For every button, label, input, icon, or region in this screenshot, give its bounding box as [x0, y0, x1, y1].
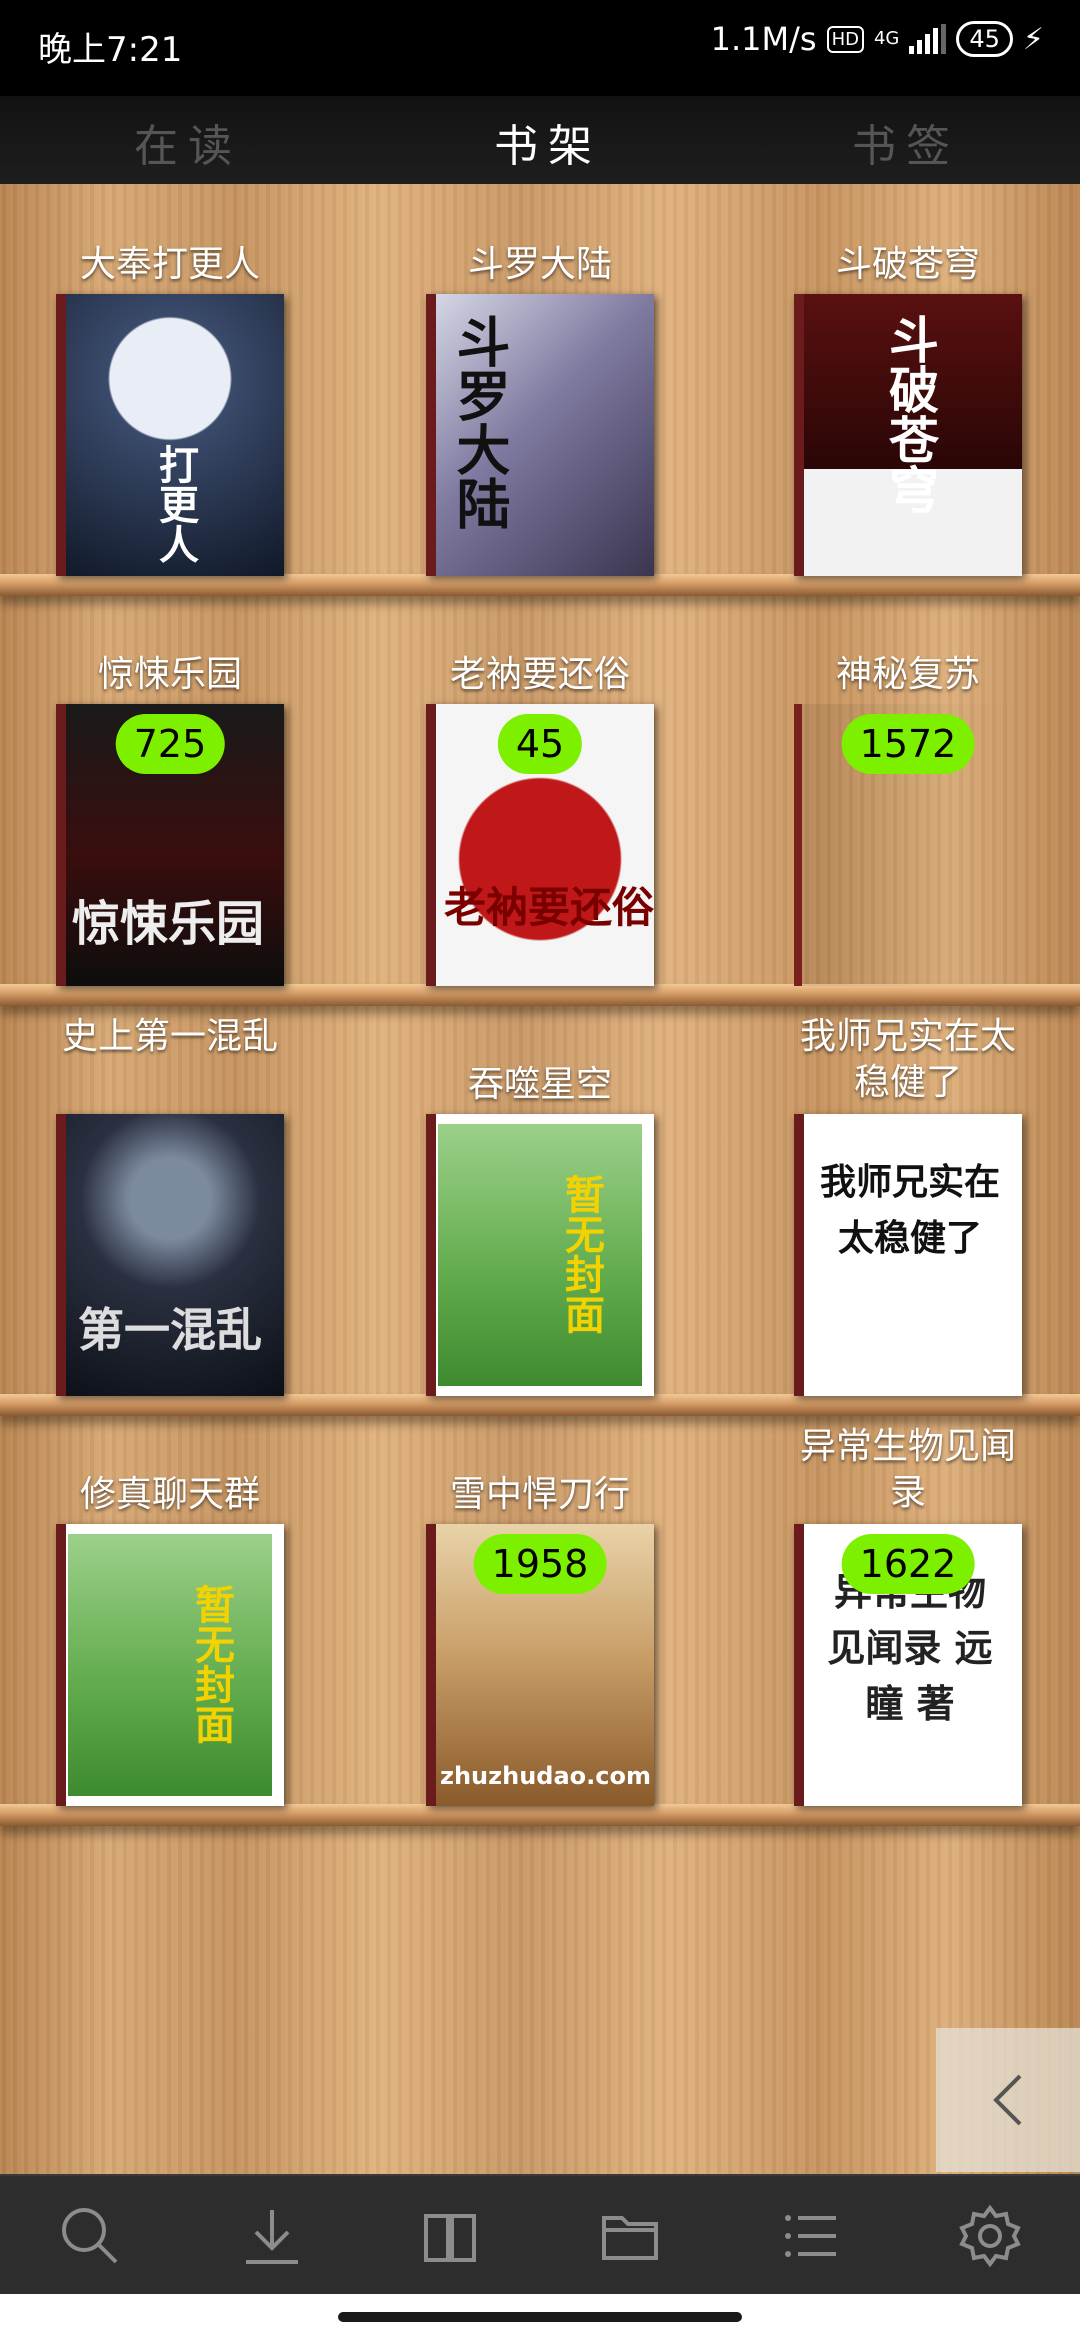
bottom-toolbar: [0, 2174, 1080, 2296]
update-badge: 45: [497, 714, 583, 774]
book-cover[interactable]: 第一混乱: [56, 1114, 284, 1396]
book-cover[interactable]: 我师兄实在 太稳健了: [794, 1114, 1022, 1396]
update-badge: 1622: [841, 1534, 975, 1594]
download-button[interactable]: [240, 2204, 304, 2268]
home-indicator[interactable]: [338, 2312, 742, 2322]
update-badge: 725: [115, 714, 225, 774]
folder-icon: [602, 2216, 658, 2260]
list-button[interactable]: [778, 2204, 842, 2268]
shelf-plank: [0, 574, 1080, 596]
bookshelf: 大奉打更人 打更人 斗罗大陆 斗罗大陆 斗破苍穹 斗破苍穹 惊悚乐园 惊悚乐园 …: [0, 184, 1080, 2174]
side-panel-toggle[interactable]: [936, 2028, 1080, 2172]
book-icon: [424, 2214, 476, 2262]
gesture-bar: [0, 2294, 1080, 2340]
tab-reading[interactable]: 在读: [134, 110, 242, 174]
top-tabs: 在读 书架 书签: [0, 96, 1080, 188]
bolt-icon: ⚡: [1022, 21, 1044, 57]
cover-title: 打更人: [152, 444, 199, 564]
cover-title: 暂无封面: [558, 1174, 605, 1334]
network-type: 4G: [873, 28, 900, 49]
cover-title: 老衲要还俗: [444, 883, 654, 932]
book-cover[interactable]: 斗破苍穹: [794, 294, 1022, 576]
book-title: 史上第一混乱: [61, 1016, 278, 1057]
battery-icon: 45: [956, 21, 1013, 57]
book-title: 斗罗大陆: [467, 244, 612, 285]
book-title: 大奉打更人: [79, 244, 260, 285]
book-cover[interactable]: 暂无封面: [56, 1524, 284, 1806]
cover-title: 斗破苍穹: [881, 314, 940, 514]
update-badge: 1958: [473, 1534, 607, 1594]
cover-title: zhuzhudao.com: [440, 1762, 651, 1790]
tab-bookmark[interactable]: 书签: [852, 110, 960, 174]
book-title: 吞噬星空: [467, 1064, 612, 1105]
book-title: 我师兄实在太稳健了: [799, 1016, 1016, 1103]
book-title: 老衲要还俗: [449, 654, 630, 695]
shelf-plank: [0, 984, 1080, 1006]
status-time: 晚上7:21: [38, 30, 183, 70]
cover-title: 暂无封面: [188, 1584, 235, 1744]
book-title: 雪中悍刀行: [449, 1474, 630, 1515]
cover-title: 我师兄实在 太稳健了: [819, 1161, 1000, 1259]
cover-title: 第一混乱: [78, 1303, 262, 1357]
book-title: 斗破苍穹: [835, 244, 980, 285]
hd-badge: HD: [826, 25, 864, 53]
book-title: 异常生物见闻录: [799, 1426, 1016, 1513]
book-title: 惊悚乐园: [97, 654, 242, 695]
download-icon: [246, 2210, 298, 2264]
book-cover[interactable]: 打更人: [56, 294, 284, 576]
search-icon: [62, 2208, 118, 2264]
book-cover[interactable]: 斗罗大陆: [426, 294, 654, 576]
signal-icon: [909, 24, 947, 54]
gear-icon: [959, 2204, 1021, 2268]
network-speed: 1.1M/s: [710, 20, 817, 58]
book-title: 神秘复苏: [835, 654, 980, 695]
folder-button[interactable]: [598, 2204, 662, 2268]
tab-shelf[interactable]: 书架: [494, 110, 602, 174]
cover-title: 斗罗大陆: [447, 314, 511, 530]
chevron-left-icon: [993, 2074, 1022, 2126]
book-button[interactable]: [418, 2204, 482, 2268]
status-bar: 晚上7:21 1.1M/s HD 4G 45 ⚡: [0, 0, 1080, 96]
update-badge: 1572: [841, 714, 975, 774]
settings-button[interactable]: [958, 2204, 1022, 2268]
search-button[interactable]: [58, 2204, 122, 2268]
status-right: 1.1M/s HD 4G 45 ⚡: [711, 20, 1044, 58]
book-cover[interactable]: 暂无封面: [426, 1114, 654, 1396]
shelf-plank: [0, 1394, 1080, 1416]
battery-level: 45: [969, 25, 1000, 53]
shelf-plank: [0, 1804, 1080, 1826]
cover-title: 惊悚乐园: [72, 896, 265, 952]
book-title: 修真聊天群: [79, 1474, 260, 1515]
list-icon: [785, 2215, 836, 2257]
